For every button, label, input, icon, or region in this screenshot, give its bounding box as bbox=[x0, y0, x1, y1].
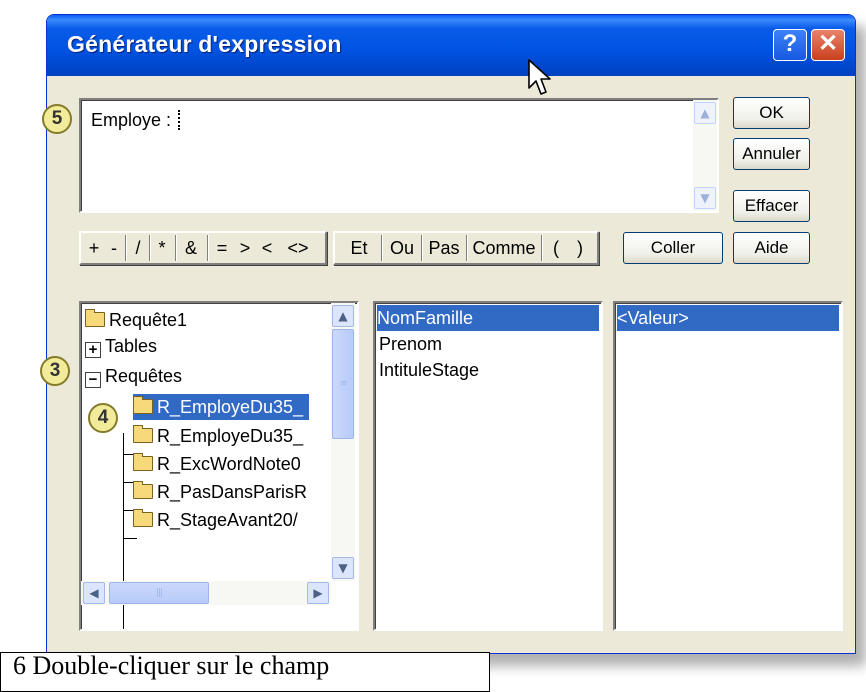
ok-button[interactable]: OK bbox=[733, 97, 810, 129]
tree-item-tables[interactable]: + Tables bbox=[85, 333, 157, 359]
like-operator-button[interactable]: Comme bbox=[469, 234, 539, 264]
close-icon[interactable]: ✕ bbox=[811, 29, 845, 61]
callout-badge-5: 5 bbox=[42, 104, 72, 134]
scroll-left-arrow-icon[interactable]: ◀ bbox=[83, 582, 105, 604]
greater-operator-button[interactable]: > bbox=[235, 234, 255, 264]
separator bbox=[207, 235, 208, 261]
folder-icon bbox=[133, 509, 153, 527]
tree-connector bbox=[123, 538, 137, 539]
collapse-icon[interactable]: − bbox=[85, 372, 101, 388]
help-icon[interactable]: ? bbox=[773, 29, 807, 61]
title-bar[interactable]: Générateur d'expression ? ✕ bbox=[47, 15, 855, 76]
and-operator-button[interactable]: Et bbox=[339, 234, 379, 264]
tree-item-label: Requêtes bbox=[105, 366, 183, 386]
or-operator-button[interactable]: Ou bbox=[385, 234, 419, 264]
equal-operator-button[interactable]: = bbox=[211, 234, 233, 264]
fields-list[interactable]: NomFamille Prenom IntituleStage bbox=[373, 301, 603, 631]
clear-button[interactable]: Effacer bbox=[733, 190, 810, 222]
logical-operators-group: Et Ou Pas Comme ( ) bbox=[333, 231, 599, 265]
value-item-selected[interactable]: <Valeur> bbox=[617, 305, 839, 331]
field-item-selected[interactable]: NomFamille bbox=[377, 305, 599, 331]
grip-icon: ||| bbox=[155, 588, 163, 598]
expression-vertical-scrollbar[interactable]: ▲ ▼ bbox=[693, 100, 717, 211]
tree-item-label: Requête1 bbox=[109, 310, 188, 330]
tree-item-label: R_StageAvant20/ bbox=[157, 510, 298, 530]
dialog-body: Employe : ▲ ▼ OK Annuler Effacer + - / *… bbox=[51, 76, 851, 651]
tree-item-query[interactable]: R_ExcWordNote0 bbox=[133, 451, 301, 477]
minus-operator-button[interactable]: - bbox=[105, 234, 123, 264]
separator bbox=[175, 235, 176, 261]
tree-item-query1[interactable]: Requête1 bbox=[85, 307, 187, 333]
text-caret bbox=[178, 110, 181, 130]
scroll-up-arrow-icon[interactable]: ▲ bbox=[694, 102, 716, 124]
tree-item-label: R_EmployeDu35_ bbox=[157, 397, 304, 417]
not-operator-button[interactable]: Pas bbox=[424, 234, 464, 264]
instruction-text: 6 Double-cliquer sur le champ bbox=[13, 651, 330, 680]
scroll-thumb[interactable]: ≡ bbox=[332, 329, 354, 439]
open-paren-button[interactable]: ( bbox=[545, 234, 567, 264]
tree-item-label: Tables bbox=[105, 336, 158, 356]
help-button[interactable]: Aide bbox=[733, 232, 810, 264]
paste-button[interactable]: Coller bbox=[623, 232, 723, 264]
close-paren-button[interactable]: ) bbox=[569, 234, 591, 264]
tree-item-label: R_EmployeDu35_ bbox=[157, 426, 304, 446]
multiply-operator-button[interactable]: * bbox=[153, 234, 171, 264]
tree-item-query-selected[interactable]: R_EmployeDu35_ bbox=[133, 394, 310, 420]
tree-item-queries[interactable]: − Requêtes bbox=[85, 363, 182, 389]
plus-operator-button[interactable]: + bbox=[85, 234, 103, 264]
tree-item-label: R_PasDansParisR bbox=[157, 482, 308, 502]
separator bbox=[125, 235, 126, 261]
expression-builder-dialog: Générateur d'expression ? ✕ Employe : ▲ … bbox=[46, 14, 856, 654]
tree-item-query[interactable]: R_PasDansParisR bbox=[133, 479, 307, 505]
scroll-down-arrow-icon[interactable]: ▼ bbox=[332, 557, 354, 579]
concat-operator-button[interactable]: & bbox=[179, 234, 203, 264]
expand-icon[interactable]: + bbox=[85, 342, 101, 358]
scroll-thumb[interactable]: ||| bbox=[109, 582, 209, 604]
field-item[interactable]: IntituleStage bbox=[379, 357, 479, 383]
divide-operator-button[interactable]: / bbox=[129, 234, 147, 264]
folder-icon bbox=[133, 481, 153, 499]
scroll-right-arrow-icon[interactable]: ▶ bbox=[307, 582, 329, 604]
separator bbox=[541, 235, 542, 261]
callout-badge-4: 4 bbox=[88, 403, 118, 433]
instruction-caption: 6 Double-cliquer sur le champ bbox=[0, 651, 490, 692]
tree-vertical-scrollbar[interactable]: ▲ ≡ ▼ bbox=[331, 303, 355, 581]
tree-horizontal-scrollbar[interactable]: ◀ ||| ▶ bbox=[81, 581, 331, 605]
separator bbox=[381, 235, 382, 261]
window-title: Générateur d'expression bbox=[67, 31, 342, 57]
objects-tree[interactable]: Requête1 + Tables − Requêtes R_EmployeDu35… bbox=[79, 301, 359, 631]
not-equal-operator-button[interactable]: <> bbox=[277, 234, 319, 264]
cancel-button[interactable]: Annuler bbox=[733, 138, 810, 170]
separator bbox=[466, 235, 467, 261]
grip-icon: ≡ bbox=[339, 379, 347, 389]
folder-icon bbox=[133, 453, 153, 471]
mouse-cursor-icon bbox=[528, 59, 551, 95]
less-operator-button[interactable]: < bbox=[257, 234, 277, 264]
expression-textbox[interactable]: Employe : ▲ ▼ bbox=[79, 98, 719, 213]
arithmetic-operators-group: + - / * & = > < <> bbox=[79, 231, 327, 265]
open-folder-icon bbox=[133, 396, 153, 414]
tree-item-query[interactable]: R_EmployeDu35_ bbox=[133, 423, 303, 449]
field-item[interactable]: Prenom bbox=[379, 331, 442, 357]
scroll-up-arrow-icon[interactable]: ▲ bbox=[332, 305, 354, 327]
expression-text: Employe : bbox=[91, 110, 177, 130]
callout-badge-3: 3 bbox=[40, 356, 70, 386]
expression-text-wrap: Employe : bbox=[91, 110, 181, 131]
scroll-down-arrow-icon[interactable]: ▼ bbox=[694, 187, 716, 209]
values-list[interactable]: <Valeur> bbox=[613, 301, 843, 631]
folder-icon bbox=[85, 309, 105, 327]
tree-item-query[interactable]: R_StageAvant20/ bbox=[133, 507, 298, 533]
separator bbox=[421, 235, 422, 261]
separator bbox=[149, 235, 150, 261]
tree-item-label: R_ExcWordNote0 bbox=[157, 454, 301, 474]
folder-icon bbox=[133, 425, 153, 443]
